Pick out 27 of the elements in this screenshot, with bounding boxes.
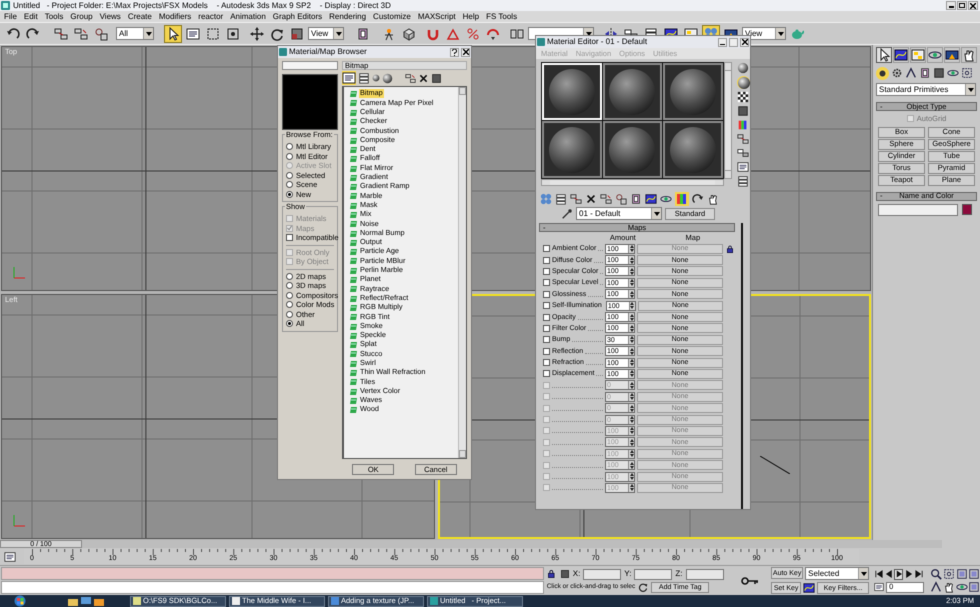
render-view-dropdown[interactable]: View [742, 27, 786, 40]
menu-item[interactable]: Animation [230, 12, 266, 20]
window-title: Untitled - Project Folder: E:\Max Projects\FSX Models - Autodesk 3ds Max 9 SP2 - Display : Direct 3D [13, 2, 392, 10]
dialog-title: Material/Map Browser [289, 48, 368, 56]
menu-item[interactable]: Create [128, 12, 152, 20]
menu-item[interactable]: Rendering [329, 12, 366, 20]
menu-item[interactable]: Views [100, 12, 121, 20]
menu-item[interactable]: Customize [373, 12, 411, 20]
coordinate-label: X: [572, 570, 580, 578]
menu-item[interactable]: Edit [24, 12, 38, 20]
menu-item[interactable]: Group [70, 12, 93, 20]
menu-item[interactable]: FS Tools [486, 12, 518, 20]
menu-item[interactable]: MAXScript [418, 12, 456, 20]
category-dropdown[interactable]: Standard Primitives [876, 83, 976, 96]
menu-item[interactable]: Graph Editors [272, 12, 322, 20]
menu-item[interactable]: Tools [44, 12, 64, 20]
selection-filter-dropdown[interactable]: All [116, 27, 154, 40]
selection-set-dropdown[interactable]: Selected [805, 567, 870, 580]
reference-coordinate-dropdown[interactable]: View [308, 27, 344, 40]
dialog-title: Material Editor - 01 - Default [547, 38, 648, 46]
menu-item[interactable]: Help [462, 12, 480, 20]
material-name-dropdown[interactable]: 01 - Default [576, 207, 662, 220]
menu-item[interactable]: reactor [198, 12, 224, 20]
menu-item[interactable]: Modifiers [158, 12, 192, 20]
menu-item[interactable]: File [4, 12, 17, 20]
coordinate-label: Y: [624, 570, 632, 578]
coordinate-label: Z: [675, 570, 683, 578]
